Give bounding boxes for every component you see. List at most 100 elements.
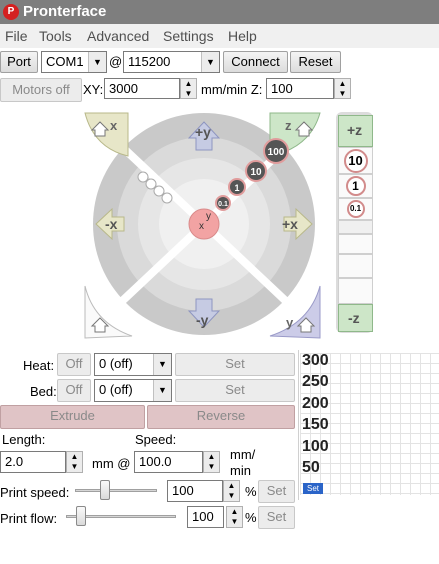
bed-set-button[interactable]: Set	[175, 379, 295, 402]
graph-tick: 100	[302, 438, 329, 455]
speed-unit-line2: min	[230, 463, 251, 478]
print-speed-field[interactable]: 100	[167, 480, 223, 502]
graph-legend-badge: Set	[303, 483, 323, 494]
xy-feedrate-value: 3000	[109, 81, 138, 96]
menu-tools[interactable]: Tools	[39, 28, 72, 44]
print-speed-percent: %	[245, 484, 257, 499]
title-bar: P Pronterface	[0, 0, 439, 24]
z-feedrate-field[interactable]: 100	[266, 78, 334, 99]
xy-jog-control[interactable]: x z +y -y -x +x y 100 10 1 0.1 y x	[84, 108, 324, 340]
step-0-1-label: 0.1	[218, 201, 228, 208]
print-flow-field[interactable]: 100	[187, 506, 224, 528]
length-value: 2.0	[5, 454, 24, 469]
motors-off-button[interactable]: Motors off	[0, 78, 82, 102]
graph-tick: 250	[302, 373, 329, 390]
speed-label: Speed:	[135, 432, 177, 447]
baud-select[interactable]: 115200 ▼	[123, 51, 220, 73]
z-feedrate-value: 100	[271, 81, 293, 96]
chevron-down-icon[interactable]: ▼	[88, 52, 106, 72]
home-y-label: y	[286, 315, 294, 330]
print-speed-value: 100	[172, 483, 194, 498]
port-value: COM1	[46, 54, 84, 69]
window-title: Pronterface	[23, 3, 107, 20]
print-speed-set-button[interactable]: Set	[258, 480, 295, 503]
bed-temp-select[interactable]: 0 (off) ▼	[94, 379, 172, 402]
heat-label: Heat:	[23, 358, 55, 373]
menu-settings[interactable]: Settings	[163, 28, 214, 44]
print-speed-slider[interactable]	[75, 489, 157, 492]
z-step-1-label: 1	[345, 176, 366, 196]
print-flow-percent: %	[245, 510, 257, 525]
chevron-down-icon[interactable]: ▼	[153, 380, 171, 401]
length-stepper[interactable]: ▲ ▼	[66, 451, 83, 473]
port-button[interactable]: Port	[0, 51, 38, 73]
graph-separator	[298, 350, 299, 500]
menu-help[interactable]: Help	[228, 28, 257, 44]
graph-tick: 150	[302, 416, 329, 433]
heat-off-button[interactable]: Off	[57, 353, 91, 376]
length-field[interactable]: 2.0	[0, 451, 66, 473]
print-speed-label: Print speed:	[0, 485, 70, 500]
z-step-1-button[interactable]: 1	[338, 174, 373, 198]
z-step-0-1-label: 0.1	[346, 200, 365, 218]
connect-button[interactable]: Connect	[223, 51, 288, 73]
print-speed-slider-thumb[interactable]	[100, 480, 111, 500]
heat-set-button[interactable]: Set	[175, 353, 295, 376]
extrude-speed-field[interactable]: 100.0	[134, 451, 203, 473]
z-step-10-label: 10	[343, 148, 368, 173]
minus-y-label: -y	[196, 312, 209, 328]
chevron-down-icon[interactable]: ▼	[153, 354, 171, 375]
z-minus-label: -z	[348, 310, 360, 326]
z-step-10-button[interactable]: 10	[338, 147, 373, 174]
port-select[interactable]: COM1 ▼	[41, 51, 107, 73]
at-label: @	[109, 54, 123, 69]
xy-feedrate-stepper[interactable]: ▲ ▼	[180, 78, 197, 99]
z-minus-button[interactable]: -z	[338, 304, 373, 332]
bed-off-button[interactable]: Off	[57, 379, 91, 402]
chevron-down-icon[interactable]: ▼	[201, 52, 219, 72]
z-plus-label: +z	[347, 122, 363, 138]
z-plus-button[interactable]: +z	[338, 115, 373, 147]
xy-feedrate-field[interactable]: 3000	[104, 78, 180, 99]
length-label: Length:	[2, 432, 46, 447]
heat-temp-value: 0 (off)	[99, 356, 133, 371]
extrude-button[interactable]: Extrude	[0, 405, 145, 429]
z-jog-column: +z 10 1 0.1 -z	[336, 112, 373, 333]
reset-button[interactable]: Reset	[290, 51, 341, 73]
z-step-blank-2[interactable]	[338, 234, 373, 254]
menu-file[interactable]: File	[5, 28, 28, 44]
plus-y-label: +y	[195, 124, 211, 140]
print-flow-label: Print flow:	[0, 511, 58, 526]
z-feedrate-stepper[interactable]: ▲ ▼	[334, 78, 351, 99]
home-x-corner[interactable]	[84, 112, 129, 157]
z-feedrate-label: mm/min Z:	[201, 82, 263, 97]
menu-advanced[interactable]: Advanced	[87, 28, 149, 44]
step-10-label: 10	[250, 167, 262, 178]
home-x-label: x	[110, 118, 118, 133]
z-step-blank-3[interactable]	[338, 254, 373, 278]
print-flow-value: 100	[192, 509, 214, 524]
step-1-label: 1	[234, 183, 239, 193]
print-flow-set-button[interactable]: Set	[258, 506, 295, 529]
extrude-speed-stepper[interactable]: ▲ ▼	[203, 451, 220, 473]
z-step-0-1-button[interactable]: 0.1	[338, 198, 373, 220]
graph-tick: 200	[302, 395, 329, 412]
heat-temp-select[interactable]: 0 (off) ▼	[94, 353, 172, 376]
print-flow-stepper[interactable]: ▲ ▼	[226, 506, 243, 528]
app-icon: P	[3, 4, 19, 20]
reverse-button[interactable]: Reverse	[147, 405, 295, 429]
step-100-label: 100	[268, 147, 285, 158]
print-speed-stepper[interactable]: ▲ ▼	[223, 480, 240, 502]
center-x-label: x	[199, 221, 204, 232]
print-flow-slider-thumb[interactable]	[76, 506, 86, 526]
z-step-blank-1[interactable]	[338, 220, 373, 234]
menu-bar: File Tools Advanced Settings Help	[0, 24, 439, 48]
graph-tick: 50	[302, 459, 320, 476]
mm-at-label: mm @	[92, 456, 131, 471]
minus-x-label: -x	[105, 216, 118, 232]
extrude-speed-value: 100.0	[139, 454, 172, 469]
bed-temp-value: 0 (off)	[99, 382, 133, 397]
bed-label: Bed:	[30, 384, 57, 399]
z-step-blank-4[interactable]	[338, 278, 373, 304]
center-home-button[interactable]	[188, 208, 220, 240]
